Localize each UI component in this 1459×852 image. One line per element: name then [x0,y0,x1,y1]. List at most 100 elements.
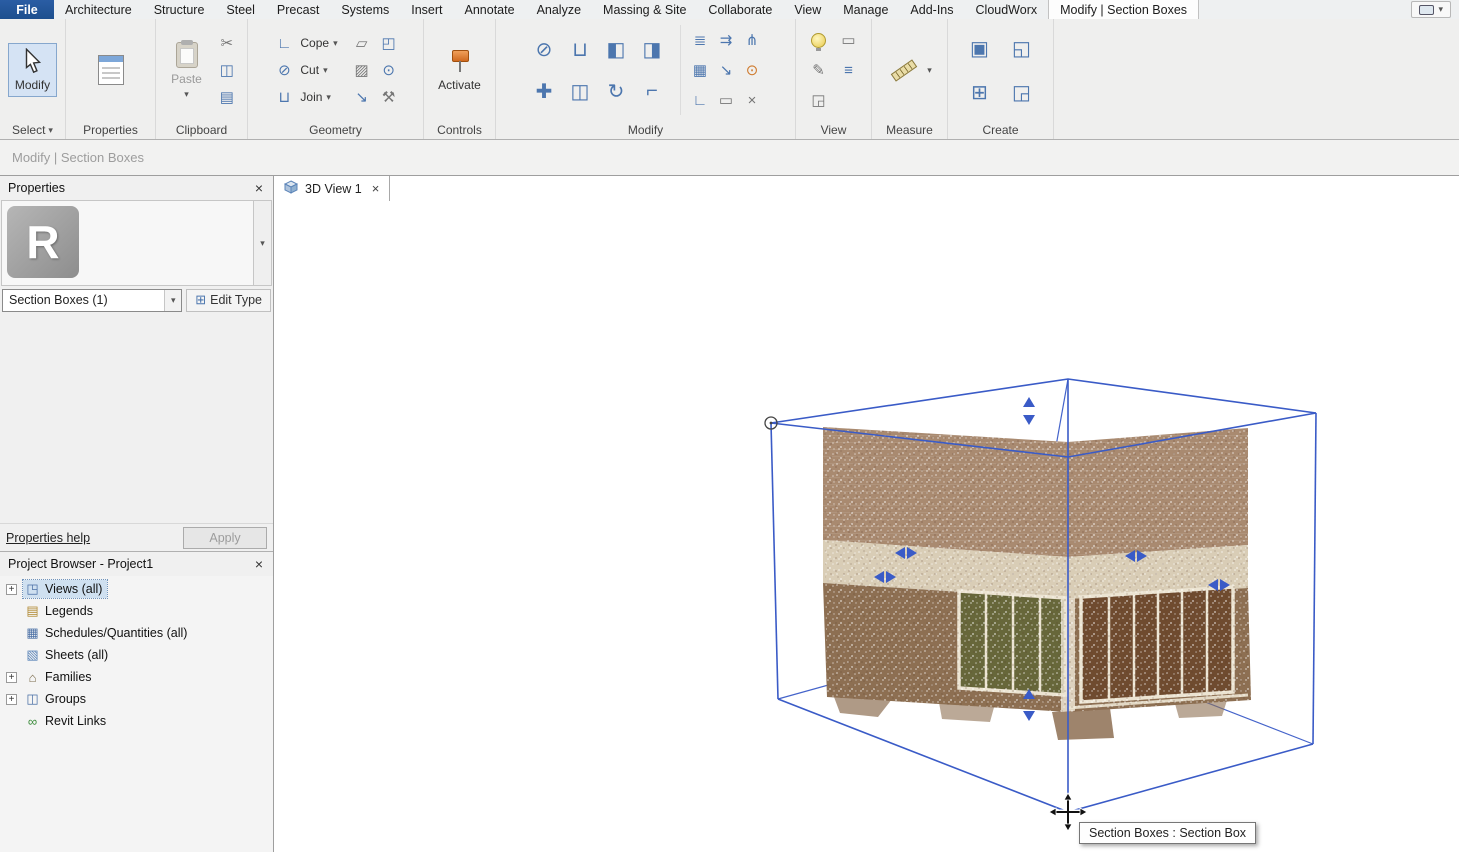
tree-item-label: Schedules/Quantities (all) [45,626,187,640]
create-assembly-icon[interactable]: ◱ [1005,33,1039,63]
copy-element-icon[interactable]: ◫ [563,76,597,106]
move-icon[interactable]: ✚ [527,76,561,106]
tab-massing-site[interactable]: Massing & Site [592,0,697,19]
tree-item-revit-links[interactable]: ∞ Revit Links [0,710,273,732]
pin-icon[interactable]: ⊙ [740,58,764,82]
caret-down-icon: ▾ [326,93,331,102]
mirror-pick-axis-icon[interactable]: ◧ [599,34,633,64]
panel-label-select[interactable]: Select ▾ [0,121,65,139]
join-geometry-button[interactable]: ⊔ Join ▾ [270,84,339,110]
tab-view[interactable]: View [783,0,832,19]
type-selector-caret-button[interactable]: ▾ [253,201,271,285]
3d-scene[interactable] [274,176,1459,852]
view-tab-3d[interactable]: 3D View 1 × [274,176,390,201]
demolish-hammer-icon[interactable]: ⚒ [377,85,401,109]
create-similar-icon[interactable]: ◲ [1005,77,1039,107]
type-selector-preview[interactable]: R ▾ [1,200,272,286]
project-browser-tree: + ◳ Views (all) ▤ Legends [0,576,273,852]
cope-button[interactable]: ∟ Cope ▾ [270,30,339,56]
properties-help-link[interactable]: Properties help [6,531,90,545]
create-parts-icon[interactable]: ▣ [963,33,997,63]
tab-structure[interactable]: Structure [143,0,216,19]
thin-lines-icon[interactable]: ≡ [837,58,861,82]
panel-label-properties[interactable]: Properties [66,121,155,139]
join-element-icon[interactable]: ⊔ [563,34,597,64]
tab-manage[interactable]: Manage [832,0,899,19]
cut-geometry-button[interactable]: ⊘ Cut ▾ [270,57,339,83]
panel-label-geometry[interactable]: Geometry [248,121,423,139]
caret-down-icon: ▾ [184,90,189,99]
panel-label-modify[interactable]: Modify [496,121,795,139]
tab-insert[interactable]: Insert [400,0,453,19]
tab-steel[interactable]: Steel [215,0,266,19]
thumbnail-letter: R [26,215,59,269]
close-icon[interactable]: × [253,556,265,572]
tree-item-groups[interactable]: + ◫ Groups [0,688,273,710]
select-label: Select [12,123,45,137]
unjoin-icon[interactable]: ▭ [714,88,738,112]
scale-icon[interactable]: ↘ [714,58,738,82]
expand-icon[interactable]: + [6,584,17,595]
linework-brush-icon[interactable]: ✎ [807,58,831,82]
tab-precast[interactable]: Precast [266,0,330,19]
tab-annotate[interactable]: Annotate [454,0,526,19]
activate-dimensions-button[interactable]: Activate [431,43,488,97]
ribbon-display-toggle[interactable]: ▾ [1411,1,1451,18]
tree-item-schedules[interactable]: ▦ Schedules/Quantities (all) [0,622,273,644]
cut-icon[interactable]: ✂ [215,31,239,55]
close-icon[interactable]: × [372,181,380,196]
panel-label-create[interactable]: Create [948,121,1053,139]
file-menu-button[interactable]: File [0,0,54,19]
section-box-top-handle[interactable] [1023,397,1035,425]
rotate-icon[interactable]: ↻ [599,76,633,106]
panel-label-clipboard[interactable]: Clipboard [156,121,247,139]
beam-cope-icon[interactable]: ▱ [350,31,374,55]
close-icon[interactable]: × [253,180,265,196]
modify-tool-button[interactable]: Modify [8,43,57,97]
cut-element-icon[interactable]: ⊘ [527,34,561,64]
panel-label-controls[interactable]: Controls [424,121,495,139]
apply-button[interactable]: Apply [183,527,267,549]
tree-item-sheets[interactable]: ▧ Sheets (all) [0,644,273,666]
properties-toggle-button[interactable] [91,50,131,90]
profile-circles-icon[interactable]: ⊙ [377,58,401,82]
paste-button[interactable]: Paste ▾ [164,37,209,104]
align-icon[interactable]: ≣ [688,28,712,52]
cope-label: Cope [300,36,329,50]
mirror-draw-axis-icon[interactable]: ◨ [635,34,669,64]
create-group-icon[interactable]: ⊞ [963,77,997,107]
tab-modify-section-boxes[interactable]: Modify | Section Boxes [1048,0,1199,19]
tree-item-legends[interactable]: ▤ Legends [0,600,273,622]
expand-icon[interactable]: + [6,672,17,683]
opening-icon[interactable]: ▨ [350,58,374,82]
cut-profile-icon[interactable]: ◲ [807,88,831,112]
slope-arrow-icon[interactable]: ↘ [350,85,374,109]
edit-type-button[interactable]: ⊞ Edit Type [186,289,271,312]
measure-icon[interactable] [887,55,921,85]
trim-corner-icon[interactable]: ∟ [688,88,712,112]
tab-systems[interactable]: Systems [330,0,400,19]
tree-item-views[interactable]: + ◳ Views (all) [0,578,273,600]
panel-label-measure[interactable]: Measure [872,121,947,139]
wall-box-icon[interactable]: ◰ [377,31,401,55]
reveal-hidden-icon[interactable] [807,28,831,52]
panel-label-view[interactable]: View [796,121,871,139]
tree-item-families[interactable]: + ⌂ Families [0,666,273,688]
tab-add-ins[interactable]: Add-Ins [899,0,964,19]
drawing-area[interactable]: 3D View 1 × [274,176,1459,852]
tab-analyze[interactable]: Analyze [526,0,592,19]
offset-icon[interactable]: ⇉ [714,28,738,52]
expand-icon[interactable]: + [6,694,17,705]
tab-cloudworx[interactable]: CloudWorx [965,0,1049,19]
tab-architecture[interactable]: Architecture [54,0,143,19]
join-label: Join [300,90,322,104]
copy-icon[interactable]: ◫ [215,58,239,82]
array-icon[interactable]: ▦ [688,58,712,82]
tab-collaborate[interactable]: Collaborate [697,0,783,19]
trim-extend-icon[interactable]: ⌐ [635,76,669,106]
split-element-icon[interactable]: ⋔ [740,28,764,52]
selection-filter-dropdown[interactable]: Section Boxes (1) ▾ [2,289,182,312]
delete-icon[interactable]: × [740,88,764,112]
match-type-icon[interactable]: ▤ [215,85,239,109]
hide-element-icon[interactable]: ▭ [837,28,861,52]
